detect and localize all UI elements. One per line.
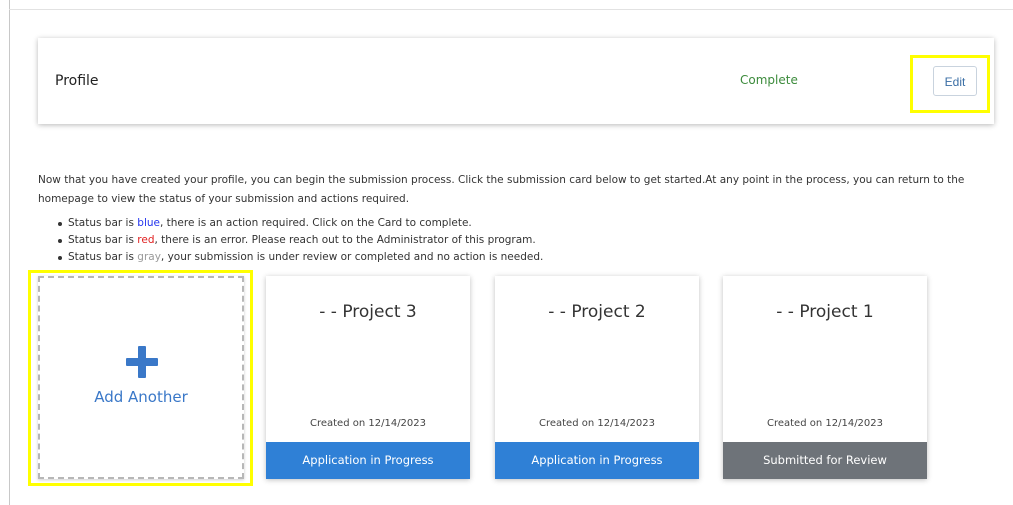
profile-card: Profile Complete Edit: [38, 38, 994, 124]
status-bar: Application in Progress: [495, 442, 699, 479]
project-card-2[interactable]: - - Project 2 Created on 12/14/2023 Appl…: [495, 276, 699, 479]
legend-prefix: Status bar is: [68, 234, 138, 246]
legend-color-blue: blue: [137, 217, 160, 229]
edit-profile-button[interactable]: Edit: [933, 66, 977, 96]
status-legend-list: Status bar is blue, there is an action r…: [58, 215, 543, 266]
project-title: - - Project 2: [548, 302, 646, 322]
legend-color-gray: gray: [137, 251, 161, 263]
status-legend-red: Status bar is red, there is an error. Pl…: [58, 232, 543, 249]
project-created-date: Created on 12/14/2023: [766, 418, 884, 429]
project-card-3[interactable]: - - Project 3 Created on 12/14/2023 Appl…: [266, 276, 470, 479]
legend-suffix: , there is an error. Please reach out to…: [154, 234, 536, 246]
status-bar: Application in Progress: [266, 442, 470, 479]
project-created-date: Created on 12/14/2023: [309, 418, 427, 429]
legend-color-red: red: [137, 234, 155, 246]
add-another-label: Add Another: [94, 388, 188, 406]
project-card-1[interactable]: - - Project 1 Created on 12/14/2023 Subm…: [723, 276, 927, 479]
frame-top-border: [9, 9, 1013, 10]
frame-left-border: [9, 0, 10, 505]
legend-suffix: , your submission is under review or com…: [160, 251, 544, 263]
plus-icon: [126, 346, 158, 378]
legend-prefix: Status bar is: [68, 251, 138, 263]
status-legend-blue: Status bar is blue, there is an action r…: [58, 215, 543, 232]
legend-prefix: Status bar is: [68, 217, 138, 229]
status-bar: Submitted for Review: [723, 442, 927, 479]
profile-title: Profile: [55, 73, 99, 89]
intro-text: Now that you have created your profile, …: [38, 174, 965, 205]
project-title: - - Project 3: [319, 302, 417, 322]
project-created-date: Created on 12/14/2023: [538, 418, 656, 429]
status-legend-gray: Status bar is gray, your submission is u…: [58, 249, 543, 266]
profile-status: Complete: [740, 73, 798, 87]
project-title: - - Project 1: [776, 302, 874, 322]
legend-suffix: , there is an action required. Click on …: [159, 217, 472, 229]
add-another-card[interactable]: Add Another: [38, 276, 244, 479]
